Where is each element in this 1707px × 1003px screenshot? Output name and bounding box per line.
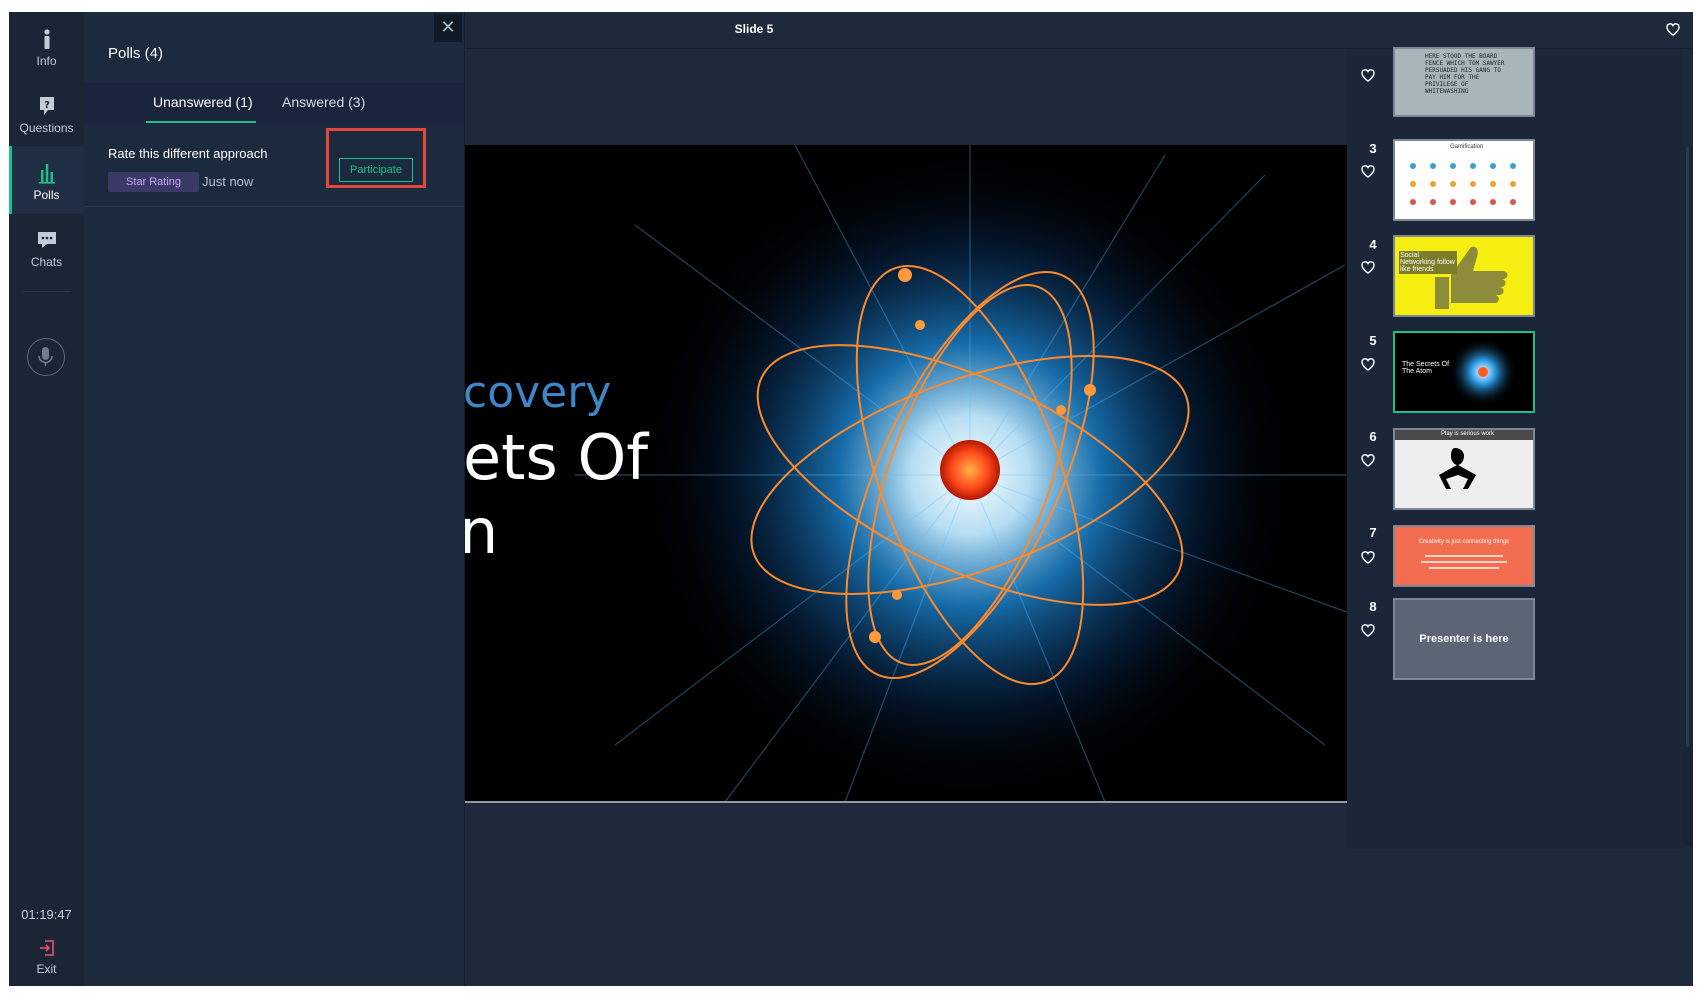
slide-thumbnail-5[interactable]: The Secrets Of The Atom <box>1393 331 1535 413</box>
info-icon <box>9 26 84 52</box>
heart-icon[interactable] <box>1360 549 1376 570</box>
question-bubble-icon: ? <box>9 93 84 119</box>
thumbnail-number: 3 <box>1369 141 1377 156</box>
slide-heading-line-3: n <box>465 495 499 568</box>
slide-heading-line-1: covery <box>465 367 612 418</box>
svg-text:?: ? <box>44 100 50 111</box>
thumbnail-line <box>1429 567 1499 569</box>
close-panel-button[interactable]: ✕ <box>434 14 462 42</box>
rail-item-chats[interactable]: Chats <box>9 213 84 281</box>
rail-item-info[interactable]: Info <box>9 12 84 80</box>
poll-type-badge: Star Rating <box>108 172 200 192</box>
thumbnail-number: 8 <box>1369 599 1377 614</box>
active-tab-indicator <box>146 121 256 123</box>
slide-thumbnail-8[interactable]: Presenter is here <box>1393 598 1535 680</box>
thumbs-up-illustration <box>1435 246 1508 309</box>
gamification-icons-grid <box>1410 163 1516 205</box>
exit-icon <box>9 938 84 960</box>
player-silhouette <box>1439 448 1476 489</box>
slide-thumbnail-3[interactable]: Gamification <box>1393 139 1535 221</box>
rail-item-label: Questions <box>19 121 74 135</box>
heart-icon[interactable] <box>1360 356 1376 377</box>
microphone-icon <box>38 347 53 366</box>
exit-button[interactable]: Exit <box>9 932 84 986</box>
thumbnails-scrollbar-thumb[interactable] <box>1686 147 1689 747</box>
thumbnail-text: Social Networking follow like friends <box>1399 251 1457 274</box>
slide-thumbnail-7[interactable]: Creativity is just connecting things <box>1393 525 1535 587</box>
rail-divider <box>23 291 71 292</box>
favorite-slide-button[interactable] <box>1665 21 1681 42</box>
thumbnail-line <box>1421 561 1507 563</box>
poll-question: Rate this different approach <box>108 146 268 161</box>
tab-answered[interactable]: Answered (3) <box>282 94 365 110</box>
exit-label: Exit <box>36 962 57 976</box>
thumbnail-number: 7 <box>1369 525 1377 540</box>
heart-icon[interactable] <box>1360 163 1376 184</box>
rail-item-label: Polls <box>33 188 60 202</box>
thumbnail-text: Presenter is here <box>1419 633 1509 645</box>
slide-thumbnail-4[interactable]: Social Networking follow like friends <box>1393 235 1535 317</box>
thumbnail-text: Play is serious work <box>1441 431 1495 437</box>
slide-heading-line-2: ets Of <box>465 421 649 494</box>
rail-item-label: Info <box>36 54 57 68</box>
navigation-rail: Info ? Questions Polls Chats 01:19:47 Ex… <box>9 12 84 986</box>
slide-progress-line <box>465 801 1360 803</box>
rail-item-polls[interactable]: Polls <box>9 146 84 214</box>
slide-viewer: covery ets Of n <box>465 145 1360 802</box>
app-window: Info ? Questions Polls Chats 01:19:47 Ex… <box>9 12 1693 986</box>
heart-icon[interactable] <box>1360 622 1376 643</box>
thumbnail-number: 4 <box>1369 237 1377 252</box>
poll-timestamp: Just now <box>202 174 254 189</box>
slide-thumbnail-2[interactable]: HERE STOOD THE BOARD FENCE WHICH TOM SAW… <box>1393 47 1535 117</box>
close-icon: ✕ <box>440 17 456 37</box>
rail-item-label: Chats <box>30 255 63 269</box>
slide-title: Slide 5 <box>734 22 774 36</box>
microphone-button[interactable] <box>27 338 65 376</box>
heart-icon <box>1666 23 1680 36</box>
heart-icon[interactable] <box>1360 67 1376 88</box>
thumbnail-number: 6 <box>1369 429 1377 444</box>
thumbnail-line <box>1425 555 1503 557</box>
polls-title: Polls (4) <box>108 45 164 62</box>
rail-item-questions[interactable]: ? Questions <box>9 79 84 147</box>
thumbnail-text: Creativity is just connecting things <box>1418 539 1510 545</box>
thumbnail-text: HERE STOOD THE BOARD FENCE WHICH TOM SAW… <box>1425 53 1505 95</box>
heart-icon[interactable] <box>1360 259 1376 280</box>
thumbnail-number: 5 <box>1369 333 1377 348</box>
heart-icon[interactable] <box>1360 452 1376 473</box>
slide-thumbnails: HERE STOOD THE BOARD FENCE WHICH TOM SAW… <box>1347 47 1693 849</box>
polls-panel: Polls (4) ✕ Unanswered (1) Answered (3) … <box>84 12 465 986</box>
chat-bubble-icon <box>9 227 84 253</box>
tab-unanswered[interactable]: Unanswered (1) <box>153 94 253 110</box>
bar-chart-icon <box>9 160 84 186</box>
highlight-annotation-box <box>326 128 426 188</box>
session-timer: 01:19:47 <box>21 907 72 922</box>
slide-thumbnail-6[interactable]: Play is serious work <box>1393 428 1535 510</box>
polls-tabs: Unanswered (1) Answered (3) <box>84 83 464 124</box>
thumbnail-text: Gamification <box>1450 144 1484 150</box>
thumbnail-text: The Secrets Of The Atom <box>1402 361 1450 375</box>
